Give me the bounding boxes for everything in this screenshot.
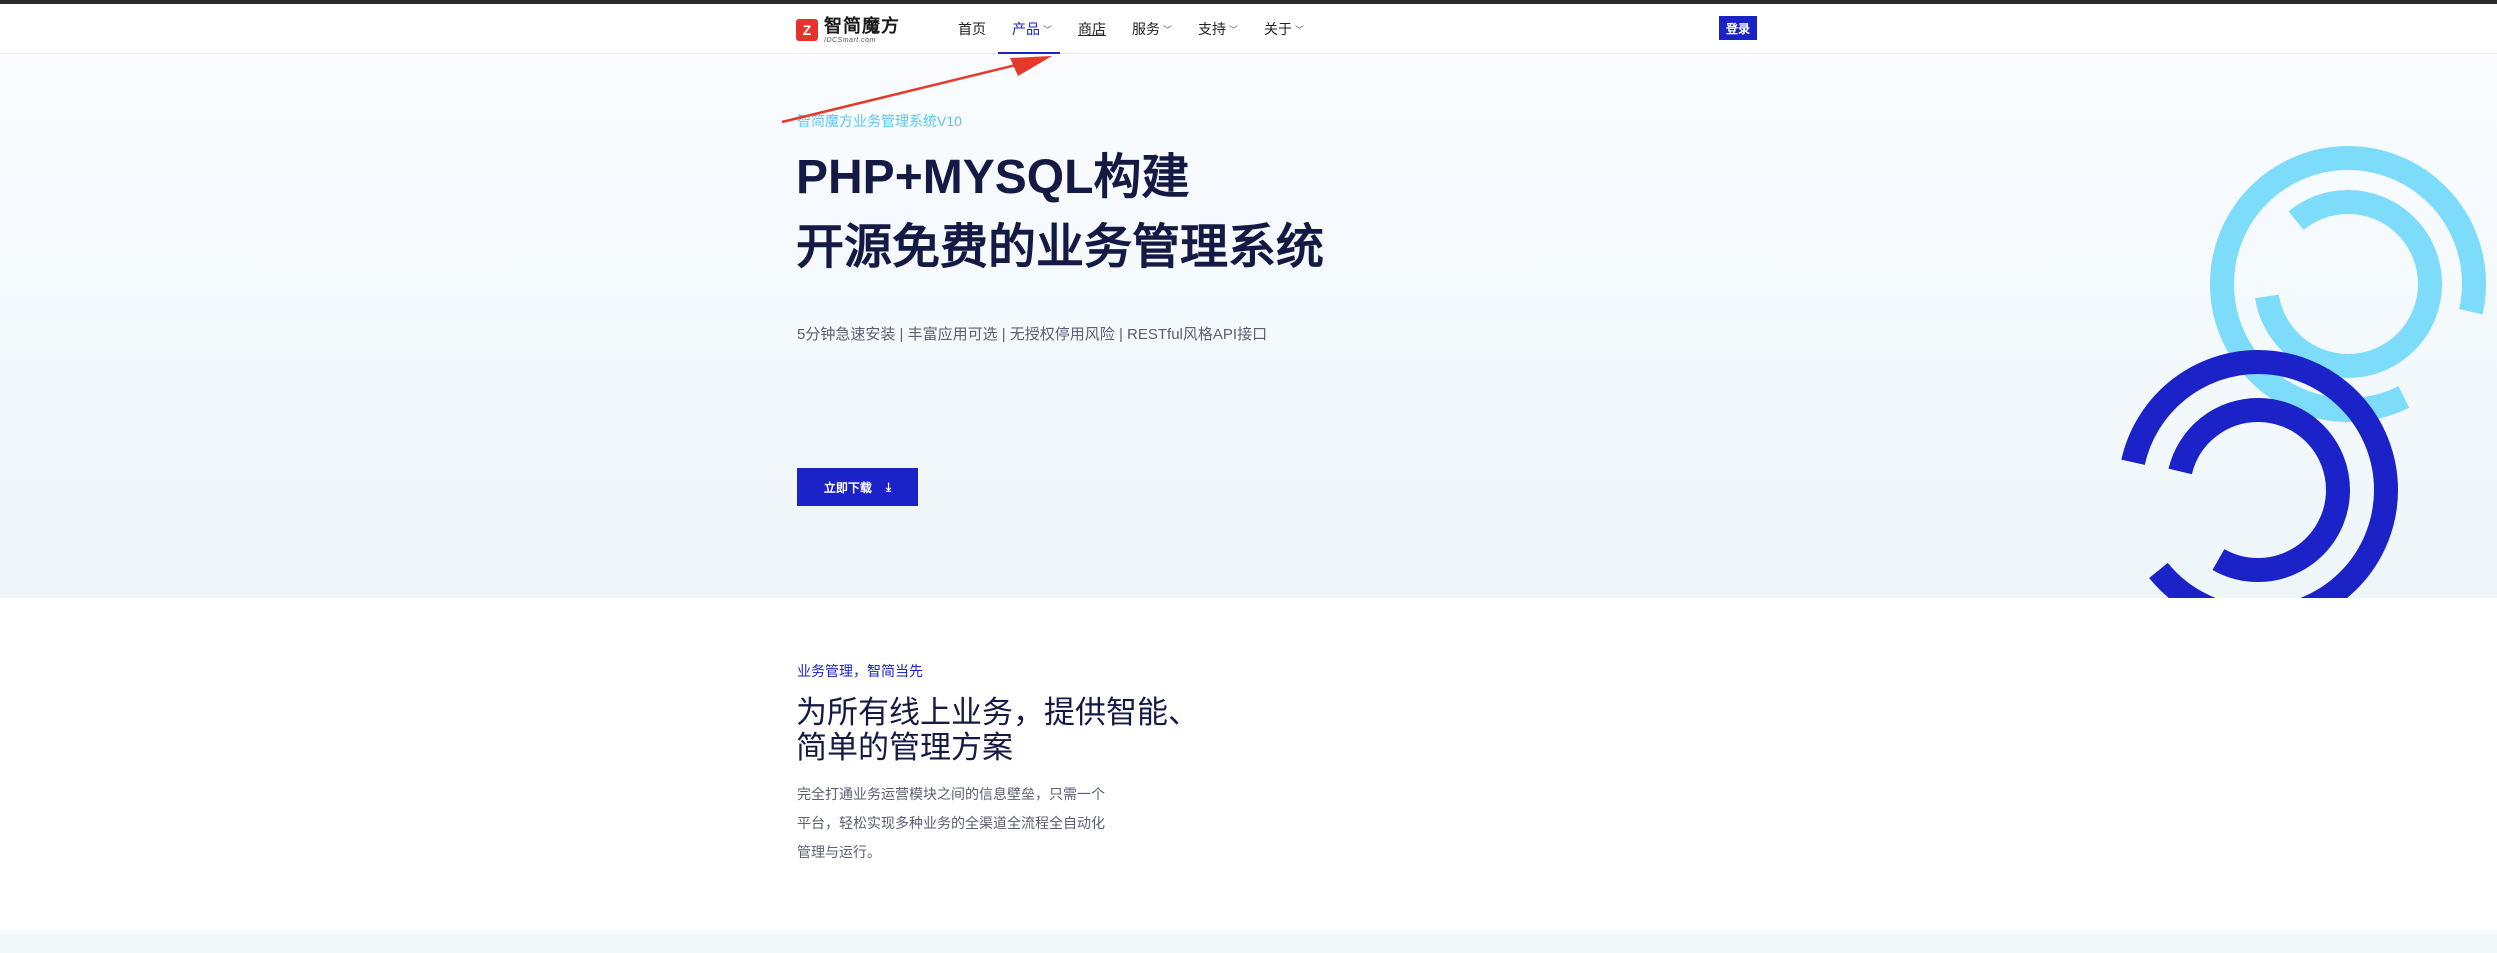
- nav-about[interactable]: 关于 ﹀: [1264, 4, 1304, 54]
- hero-section: 智简魔方业务管理系统V10 PHP+MYSQL构建 开源免费的业务管理系统 5分…: [0, 55, 2497, 598]
- nav-products[interactable]: 产品 ﹀: [997, 4, 1061, 54]
- nav-store-label: 商店: [1078, 21, 1107, 37]
- light-ring-inner: [2254, 190, 2442, 378]
- chevron-down-icon: ﹀: [1163, 24, 1173, 35]
- download-icon: ⤓: [885, 479, 892, 494]
- nav-support-label: 支持: [1198, 21, 1227, 37]
- hero-features: 5分钟急速安装 | 丰富应用可选 | 无授权停用风险 | RESTful风格AP…: [797, 326, 1268, 343]
- nav-about-label: 关于: [1264, 21, 1293, 37]
- section-description: 完全打通业务运营模块之间的信息壁垒，只需一个 平台，轻松实现多种业务的全渠道全流…: [797, 780, 1137, 867]
- decorative-rings-graphic: [2118, 146, 2486, 598]
- site-logo[interactable]: Z 智简魔方 IDCSmart.com: [796, 16, 900, 44]
- annotation-arrow: [781, 56, 1052, 124]
- nav-home-label: 首页: [958, 21, 986, 37]
- download-button-label: 立即下载: [823, 480, 872, 495]
- hero-title-line2: 开源免费的业务管理系统: [796, 221, 1325, 274]
- chevron-down-icon: ﹀: [1229, 24, 1239, 35]
- nav-products-label: 产品: [1012, 21, 1040, 37]
- logo-subtitle: IDCSmart.com: [824, 36, 876, 44]
- business-section: 业务管理，智简当先 为所有线上业务，提供智能、 简单的管理方案 完全打通业务运营…: [0, 598, 2497, 930]
- chevron-down-icon: ﹀: [1043, 24, 1053, 35]
- download-button[interactable]: 立即下载 ⤓: [797, 468, 918, 506]
- hero-title: PHP+MYSQL构建 开源免费的业务管理系统: [796, 143, 1324, 283]
- nav-home[interactable]: 首页: [958, 4, 986, 54]
- logo-name: 智简魔方: [824, 15, 900, 36]
- dark-ring-inner: [2166, 398, 2350, 582]
- section-eyebrow: 业务管理，智简当先: [797, 663, 923, 679]
- nav-support[interactable]: 支持 ﹀: [1198, 4, 1238, 54]
- section-desc-line1: 完全打通业务运营模块之间的信息壁垒，只需一个: [797, 786, 1105, 802]
- chevron-down-icon: ﹀: [1295, 24, 1305, 35]
- login-button[interactable]: 登录: [1719, 16, 1757, 40]
- section-title-line1: 为所有线上业务，提供智能、: [796, 695, 1199, 730]
- main-nav: 首页 产品 ﹀ 商店 服务 ﹀ 支持 ﹀ 关于 ﹀: [958, 4, 1330, 54]
- nav-services[interactable]: 服务 ﹀: [1132, 4, 1172, 54]
- nav-services-label: 服务: [1132, 21, 1161, 37]
- nav-store[interactable]: 商店: [1078, 4, 1106, 54]
- next-section-band: [0, 930, 2497, 953]
- hero-title-line1: PHP+MYSQL构建: [796, 151, 1190, 204]
- section-desc-line2: 平台，轻松实现多种业务的全渠道全流程全自动化: [797, 815, 1105, 831]
- section-title-line2: 简单的管理方案: [796, 730, 1013, 765]
- section-title: 为所有线上业务，提供智能、 简单的管理方案: [796, 695, 1199, 765]
- section-desc-line3: 管理与运行。: [797, 844, 881, 860]
- logo-mark-icon: Z: [796, 19, 818, 41]
